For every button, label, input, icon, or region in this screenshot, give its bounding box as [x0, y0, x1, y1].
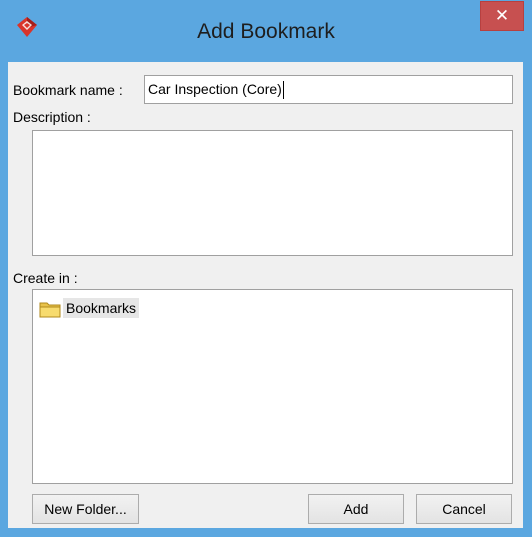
folder-icon [39, 302, 61, 318]
bookmark-name-value: Car Inspection (Core) [148, 81, 282, 97]
add-button[interactable]: Add [308, 494, 404, 524]
bookmark-name-input[interactable]: Car Inspection (Core) [144, 75, 513, 104]
cancel-button[interactable]: Cancel [416, 494, 512, 524]
close-button[interactable]: ✕ [480, 1, 524, 31]
tree-item-label: Bookmarks [63, 298, 140, 318]
create-in-label: Create in : [13, 270, 78, 286]
description-label: Description : [13, 109, 91, 125]
description-textarea[interactable] [32, 130, 513, 256]
title-bar[interactable]: Add Bookmark ✕ [0, 0, 532, 54]
dialog-body: Bookmark name : Car Inspection (Core) De… [8, 62, 523, 528]
window-title: Add Bookmark [197, 20, 335, 43]
folder-tree[interactable]: Bookmarks [32, 289, 513, 484]
new-folder-button[interactable]: New Folder... [32, 494, 139, 524]
add-bookmark-dialog: Add Bookmark ✕ Bookmark name : Car Inspe… [0, 0, 532, 537]
bookmark-name-label: Bookmark name : [13, 82, 123, 98]
text-caret [282, 81, 284, 100]
close-icon: ✕ [494, 6, 510, 25]
